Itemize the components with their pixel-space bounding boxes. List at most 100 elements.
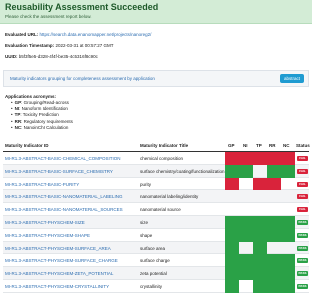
table-row: MI-R1.3-ABSTRACT-BASIC-NANOMATERIAL_LABE… <box>3 190 309 204</box>
evaluated-url-link[interactable]: https://search.data.enanomapper.net/proj… <box>40 32 152 37</box>
table-row: MI-R1.3-ABSTRACT-BASIC-CHEMICAL_COMPOSIT… <box>3 152 309 165</box>
grouping-link[interactable]: Maturity indicators grouping for complet… <box>10 76 155 81</box>
cell-nc <box>281 242 295 255</box>
table-header: Maturity Indicator ID Maturity Indicator… <box>3 139 310 152</box>
cell-rr <box>267 279 281 293</box>
cell-gp <box>225 203 239 216</box>
cell-nc <box>281 254 295 268</box>
cell-rr <box>267 177 281 191</box>
table-row: MI-R1.3-ABSTRACT-BASIC-SURFACE_CHEMISTRY… <box>3 164 309 178</box>
cell-tp <box>253 177 267 191</box>
status-badge: PASS <box>297 219 308 225</box>
cell-nc <box>281 279 295 293</box>
table-row: MI-R1.3-ABSTRACT-BASIC-PURITY purity FAIL <box>3 177 309 191</box>
indicator-id-link[interactable]: MI-R1.3-ABSTRACT-BASIC-CHEMICAL_COMPOSIT… <box>5 156 121 161</box>
cell-gp <box>225 164 239 178</box>
status-badge: PASS <box>297 245 308 251</box>
cell-tp <box>253 241 267 255</box>
cell-ni <box>239 178 253 191</box>
status-badge: FAIL <box>297 168 308 174</box>
banner-subtitle: Please check the assessment report below… <box>5 14 92 19</box>
header-rr: RR <box>269 143 276 148</box>
cell-nc <box>281 164 295 178</box>
cell-tp <box>253 152 267 165</box>
cell-tp <box>253 215 267 229</box>
timestamp-value: 2022-03-31 at 00:57:27 GMT <box>55 43 114 48</box>
uuid-label: UUID: <box>5 54 18 59</box>
indicator-title: chemical composition <box>140 156 184 161</box>
cell-tp <box>253 267 267 280</box>
indicator-id-link[interactable]: MI-R1.3-ABSTRACT-PHYSCHEM-SURFACE_AREA <box>5 246 111 251</box>
status-badge: PASS <box>297 271 308 277</box>
cell-rr <box>267 267 281 280</box>
cell-ni <box>239 228 253 242</box>
status-badge: PASS <box>297 232 308 238</box>
indicator-id-link[interactable]: MI-R1.3-ABSTRACT-PHYSCHEM-CRYSTALLINITY <box>5 284 109 289</box>
indicator-id-link[interactable]: MI-R1.3-ABSTRACT-PHYSCHEM-SHAPE <box>5 233 90 238</box>
cell-gp <box>225 190 239 203</box>
table-row: MI-R1.3-ABSTRACT-PHYSCHEM-SURFACE_CHARGE… <box>3 254 309 268</box>
cell-rr <box>267 215 281 229</box>
acronyms-legend: Applications acronyms: GP: Grouping/Read… <box>5 94 73 131</box>
acronym-nc: NC: NanoinChI Calculation <box>11 125 73 131</box>
indicator-title: nanomaterial labeling/identity <box>140 194 199 200</box>
cell-ni <box>239 215 253 229</box>
cell-gp <box>225 215 239 229</box>
cell-nc <box>281 267 295 280</box>
status-badge: FAIL <box>297 207 308 213</box>
cell-ni <box>239 203 253 216</box>
cell-ni <box>239 242 253 255</box>
cell-nc <box>281 228 295 242</box>
table-row: MI-R1.3-ABSTRACT-PHYSCHEM-ZETA_POTENTIAL… <box>3 267 309 280</box>
cell-nc <box>281 203 295 216</box>
indicator-title: surface chemistry/coating/functionalizat… <box>140 168 225 174</box>
indicator-title: shape <box>140 232 153 238</box>
cell-rr <box>267 228 281 242</box>
header-nc: NC <box>283 143 290 148</box>
indicator-title: nanomaterial source <box>140 207 181 213</box>
status-badge: PASS <box>297 283 308 289</box>
status-badge: PASS <box>297 258 308 264</box>
indicator-title: surface area <box>140 245 166 251</box>
table-body: MI-R1.3-ABSTRACT-BASIC-CHEMICAL_COMPOSIT… <box>3 152 309 293</box>
indicator-title: crystallinity <box>140 283 163 289</box>
cell-rr <box>267 164 281 178</box>
cell-gp <box>225 254 239 268</box>
cell-rr <box>267 152 281 165</box>
cell-tp <box>253 279 267 293</box>
indicator-id-link[interactable]: MI-R1.3-ABSTRACT-PHYSCHEM-ZETA_POTENTIAL <box>5 271 113 276</box>
indicator-id-link[interactable]: MI-R1.3-ABSTRACT-BASIC-SURFACE_CHEMISTRY <box>5 169 113 174</box>
cell-ni <box>239 280 253 293</box>
header-ni: NI <box>243 143 248 148</box>
indicator-id-link[interactable]: MI-R1.3-ABSTRACT-BASIC-NANOMATERIAL_LABE… <box>5 194 122 199</box>
table-row: MI-R1.3-ABSTRACT-PHYSCHEM-SHAPE shape PASS <box>3 228 309 242</box>
cell-gp <box>225 177 239 191</box>
maturity-table: Maturity Indicator ID Maturity Indicator… <box>3 139 310 293</box>
indicator-id-link[interactable]: MI-R1.3-ABSTRACT-PHYSCHEM-SURFACE_CHARGE <box>5 258 118 263</box>
indicator-title: surface charge <box>140 258 170 264</box>
cell-tp <box>253 228 267 242</box>
cell-rr <box>267 254 281 268</box>
uuid-row: UUID: b5f3f5e5-d328-4f4f-be35-4c5316f8c9… <box>5 54 98 59</box>
cell-ni <box>239 254 253 268</box>
indicator-id-link[interactable]: MI-R1.3-ABSTRACT-PHYSCHEM-SIZE <box>5 220 85 225</box>
table-row: MI-R1.3-ABSTRACT-PHYSCHEM-SIZE size PASS <box>3 215 309 229</box>
cell-gp <box>225 279 239 293</box>
header-id: Maturity Indicator ID <box>5 143 49 148</box>
table-row: MI-R1.3-ABSTRACT-BASIC-NANOMATERIAL_SOUR… <box>3 203 309 216</box>
header-gp: GP <box>228 143 235 148</box>
table-row: MI-R1.3-ABSTRACT-PHYSCHEM-SURFACE_AREA su… <box>3 241 309 255</box>
cell-ni <box>239 190 253 203</box>
cell-tp <box>253 165 267 178</box>
header-tp: TP <box>256 143 262 148</box>
timestamp-row: Evaluation Timestamp: 2022-03-31 at 00:5… <box>5 43 114 48</box>
indicator-id-link[interactable]: MI-R1.3-ABSTRACT-BASIC-NANOMATERIAL_SOUR… <box>5 207 123 212</box>
abstract-badge[interactable]: abstract <box>279 74 304 83</box>
indicator-title: purity <box>140 181 152 187</box>
indicator-id-link[interactable]: MI-R1.3-ABSTRACT-BASIC-PURITY <box>5 182 79 187</box>
cell-tp <box>253 203 267 216</box>
cell-ni <box>239 164 253 178</box>
cell-gp <box>225 241 239 255</box>
grouping-box: Maturity indicators grouping for complet… <box>3 70 309 87</box>
success-banner: Reusability Assessment Succeeded Please … <box>0 0 312 24</box>
